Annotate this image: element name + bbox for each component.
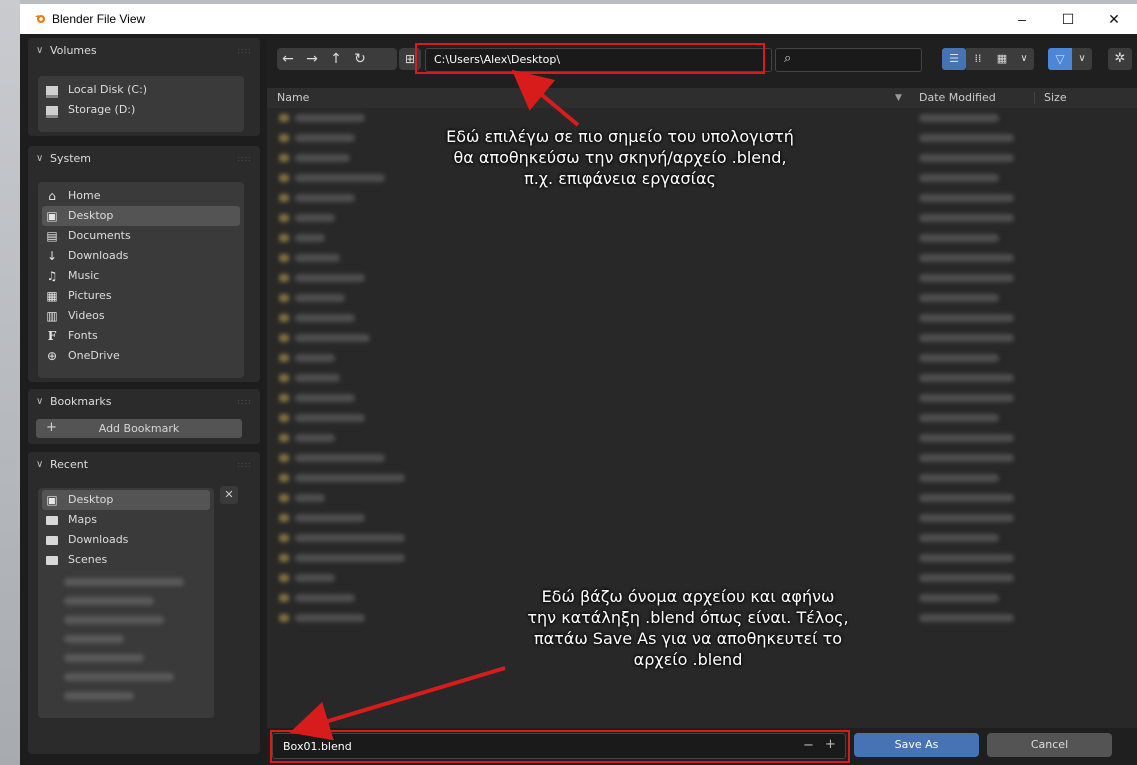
annotation-line: π.χ. επιφάνεια εργασίας [524,169,716,188]
path-annotation-arrow [511,69,580,127]
filename-annotation: Εδώ βάζω όνομα αρχείου και αφήνω την κατ… [478,586,898,670]
annotation-line: αρχείο .blend [633,650,743,669]
annotation-line: Εδώ βάζω όνομα αρχείου και αφήνω [541,587,835,606]
annotation-line: πατάω Save As για να αποθηκευτεί το [533,629,843,648]
annotation-line: Εδώ επιλέγω σε πιο σημείο του υπολογιστή [446,127,794,146]
annotation-line: την κατάληξη .blend όπως είναι. Τέλος, [527,608,849,627]
annotation-line: θα αποθηκεύσω την σκηνή/αρχείο .blend, [453,148,787,167]
path-annotation: Εδώ επιλέγω σε πιο σημείο του υπολογιστή… [410,126,830,189]
filename-annotation-arrow [289,666,506,741]
